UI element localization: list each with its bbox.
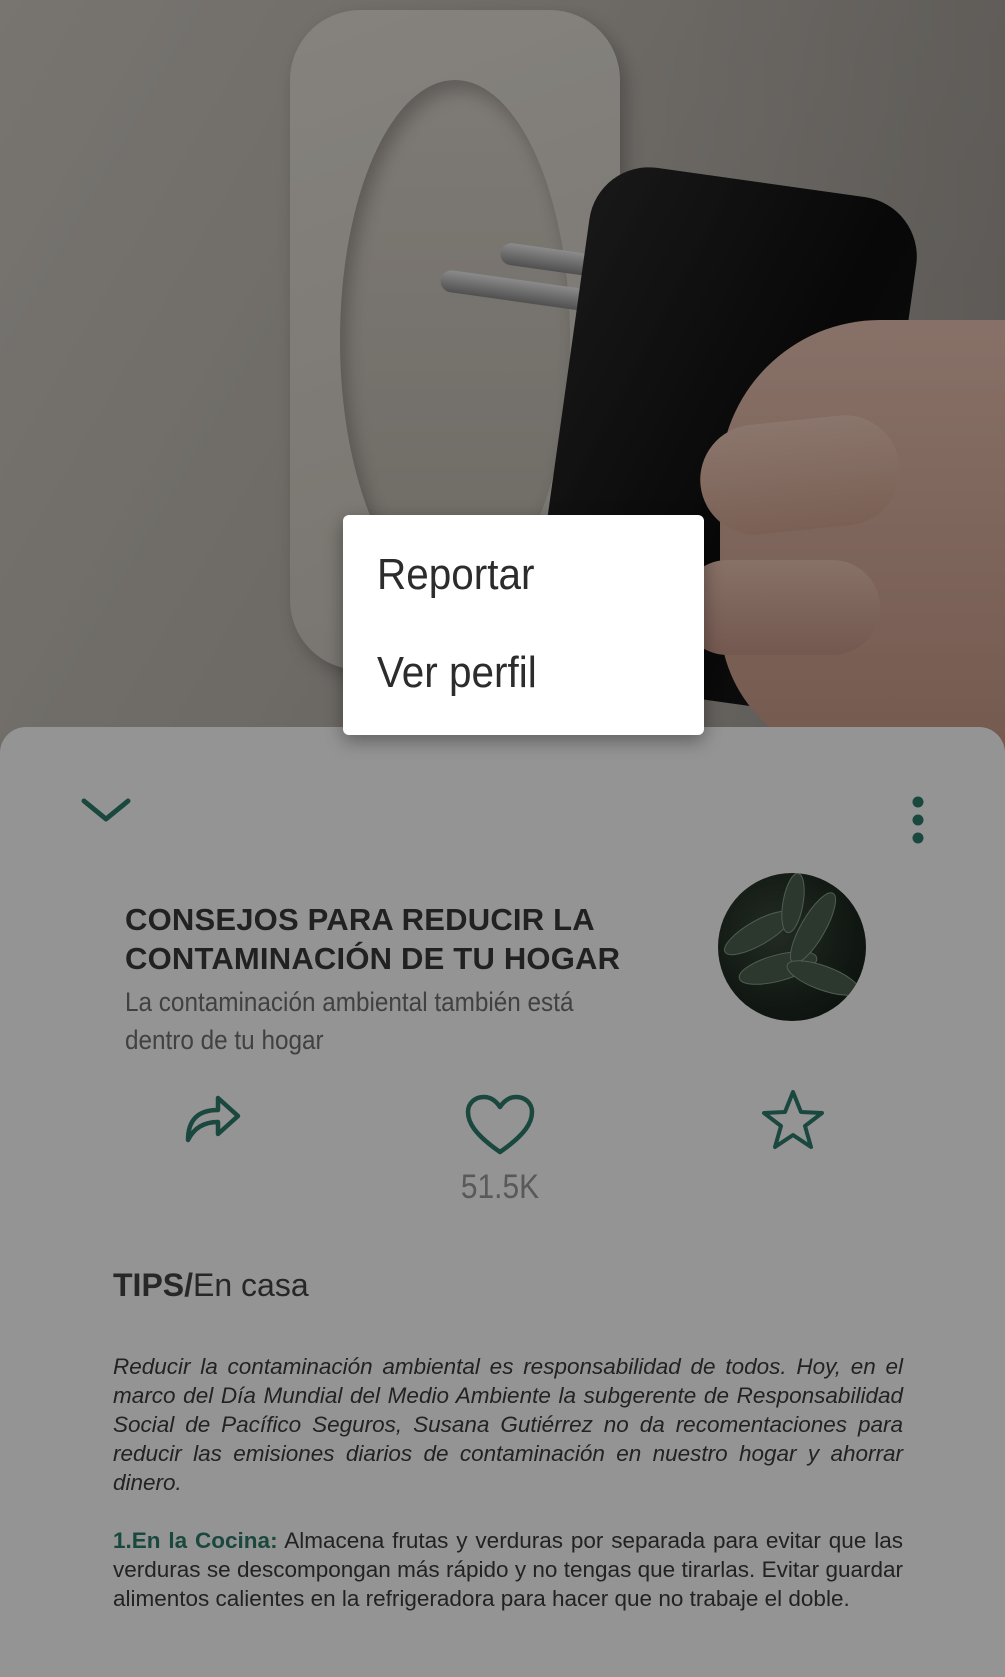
options-menu: Reportar Ver perfil <box>343 515 704 735</box>
menu-item-view-profile[interactable]: Ver perfil <box>377 648 537 698</box>
modal-scrim[interactable] <box>0 0 1005 1677</box>
menu-item-report[interactable]: Reportar <box>377 550 534 600</box>
